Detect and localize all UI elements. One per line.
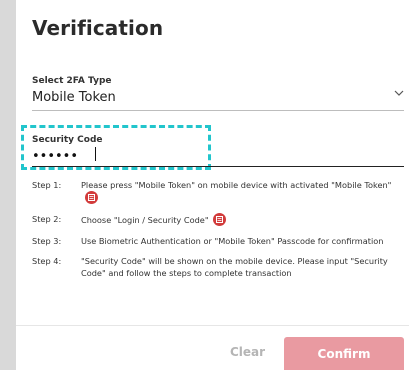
- step-item: Step 3: Use Biometric Authentication or …: [32, 236, 404, 248]
- step-text: Please press "Mobile Token" on mobile de…: [81, 180, 392, 190]
- select-underline: [32, 110, 404, 111]
- calculator-icon: [85, 190, 98, 204]
- calculator-icon: [212, 212, 226, 226]
- step-item: Step 1: Please press "Mobile Token" on m…: [32, 180, 404, 205]
- select-2fa-value[interactable]: Mobile Token: [32, 90, 116, 105]
- step-text: "Security Code" will be shown on the mob…: [81, 256, 388, 278]
- instruction-steps: Step 1: Please press "Mobile Token" on m…: [32, 180, 404, 288]
- step-text: Use Biometric Authentication or "Mobile …: [81, 235, 384, 246]
- step-number: Step 2:: [32, 213, 62, 224]
- select-2fa-label: Select 2FA Type: [32, 76, 112, 86]
- confirm-button[interactable]: Confirm: [284, 337, 404, 370]
- footer-divider: [16, 325, 409, 326]
- page-title: Verification: [32, 16, 164, 40]
- verification-card: Verification Select 2FA Type Mobile Toke…: [16, 0, 409, 370]
- step-text: Choose "Login / Security Code": [81, 214, 209, 225]
- text-caret: [95, 147, 96, 161]
- chevron-down-icon[interactable]: [394, 88, 404, 98]
- security-code-label: Security Code: [32, 135, 103, 145]
- security-code-underline: [32, 166, 404, 167]
- step-number: Step 4:: [32, 256, 62, 266]
- clear-button[interactable]: Clear: [230, 345, 265, 359]
- step-number: Step 1:: [32, 180, 62, 190]
- step-item: Step 2: Choose "Login / Security Code": [32, 212, 404, 227]
- step-item: Step 4: "Security Code" will be shown on…: [32, 256, 404, 279]
- step-number: Step 3:: [32, 235, 62, 246]
- security-code-input[interactable]: [30, 146, 194, 166]
